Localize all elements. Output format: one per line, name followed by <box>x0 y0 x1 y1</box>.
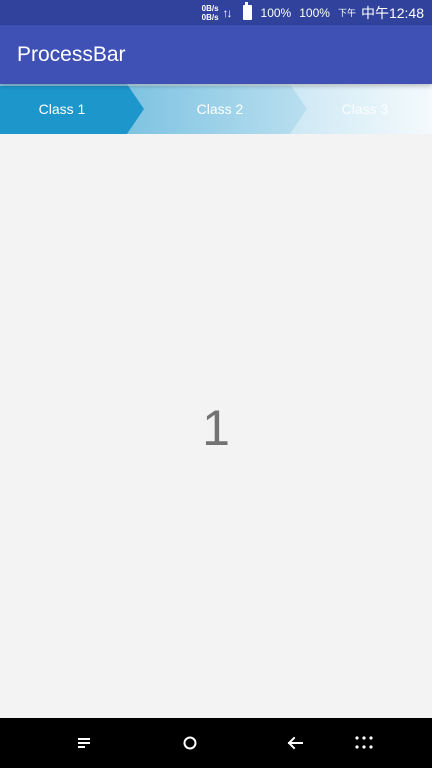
content-area: 1 <box>0 134 432 718</box>
app-title: ProcessBar <box>17 42 126 66</box>
data-transfer-icon: ↑↓ <box>222 5 233 20</box>
process-step-label: Class 3 <box>341 101 389 117</box>
process-step-label: Class 2 <box>196 101 244 117</box>
process-bar: Class 3 Class 2 Class 1 <box>0 84 432 134</box>
navigation-bar <box>0 718 432 768</box>
battery-icon <box>242 2 252 20</box>
app-bar: ProcessBar <box>0 25 432 84</box>
home-icon <box>183 736 197 750</box>
process-step-label: Class 1 <box>38 101 86 117</box>
apps-button[interactable] <box>334 718 394 768</box>
net-speed-up: 0B/s <box>201 3 219 13</box>
apps-grid-icon <box>355 736 373 749</box>
status-bar: 0B/s 0B/s ↑↓ 100% 100% 下午 中午12:48 <box>0 0 432 25</box>
back-icon <box>287 736 303 750</box>
ampm-label: 下午 <box>337 8 356 18</box>
menu-icon <box>78 738 90 748</box>
process-step-2[interactable]: Class 2 <box>127 84 307 134</box>
back-button[interactable] <box>265 718 325 768</box>
net-speed-down: 0B/s <box>201 12 219 22</box>
clock: 中午12:48 <box>360 4 424 21</box>
network-speed: 0B/s 0B/s <box>202 4 219 22</box>
battery-percent-secondary: 100% <box>299 5 330 20</box>
page-number: 1 <box>202 400 230 456</box>
process-step-3[interactable]: Class 3 <box>290 84 432 134</box>
process-step-1-active[interactable]: Class 1 <box>0 84 144 134</box>
battery-percent: 100% <box>260 5 292 20</box>
menu-button[interactable] <box>54 718 114 768</box>
home-button[interactable] <box>160 718 220 768</box>
